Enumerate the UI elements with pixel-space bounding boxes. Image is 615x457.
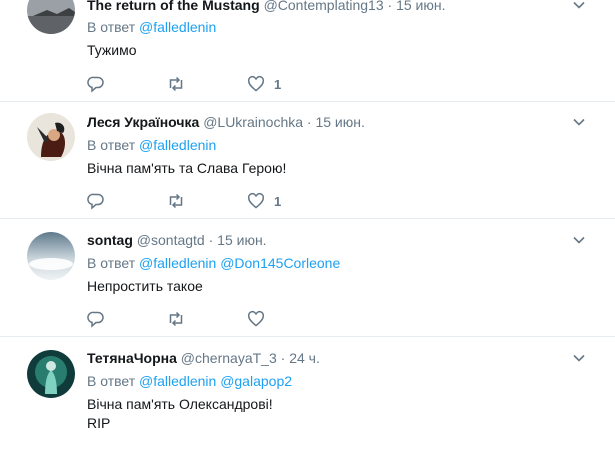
timestamp[interactable]: 15 июн. <box>315 114 364 130</box>
tweet-text: Вічна пам'ять Олександрові! <box>87 396 273 412</box>
avatar[interactable] <box>27 0 75 34</box>
tweet-text: Тужимо <box>87 42 137 58</box>
reply-prefix: В ответ <box>87 255 136 271</box>
retweet-button[interactable] <box>167 309 185 329</box>
timestamp[interactable]: 15 июн. <box>217 232 266 248</box>
separator: · <box>208 232 214 248</box>
author-handle[interactable]: @LUkrainochka <box>203 114 303 130</box>
separator: · <box>387 0 393 13</box>
chevron-down-icon[interactable] <box>572 233 586 247</box>
reply-context: В ответ @falledlenin <box>87 136 216 154</box>
author-name[interactable]: ТетянаЧорна <box>87 350 177 366</box>
tweet-actions <box>87 309 347 329</box>
timestamp[interactable]: 24 ч. <box>289 350 320 366</box>
timestamp[interactable]: 15 июн. <box>396 0 445 13</box>
reply-icon <box>87 76 104 93</box>
tweet-actions: 1 <box>87 191 347 211</box>
retweet-icon <box>169 311 183 327</box>
retweet-button[interactable] <box>167 74 185 94</box>
reply-button[interactable] <box>87 74 105 94</box>
reply-prefix: В ответ <box>87 137 136 153</box>
reply-mention[interactable]: @falledlenin <box>139 373 216 389</box>
author-name[interactable]: The return of the Mustang <box>87 0 260 13</box>
tweet[interactable]: The return of the Mustang @Contemplating… <box>0 0 615 102</box>
tweet-text: Непростить такое <box>87 278 203 294</box>
author-handle[interactable]: @sontagtd <box>137 232 205 248</box>
author-name[interactable]: sontag <box>87 232 133 248</box>
like-count: 1 <box>274 193 282 209</box>
reply-context: В ответ @falledlenin @galapop2 <box>87 372 292 390</box>
reply-mention[interactable]: @falledlenin <box>139 255 216 271</box>
avatar[interactable] <box>27 232 75 280</box>
tweet[interactable]: sontag @sontagtd · 15 июн. В ответ @fall… <box>0 219 615 337</box>
avatar[interactable] <box>27 350 75 398</box>
reply-button[interactable] <box>87 309 105 329</box>
author-handle[interactable]: @chernayaT_3 <box>181 350 277 366</box>
reply-prefix: В ответ <box>87 19 136 35</box>
heart-icon <box>247 192 265 209</box>
reply-button[interactable] <box>87 191 105 211</box>
like-count: 1 <box>274 76 282 92</box>
heart-icon <box>247 310 265 327</box>
like-button[interactable]: 1 <box>247 191 281 211</box>
retweet-button[interactable] <box>167 191 185 211</box>
author-name[interactable]: Леся Україночка <box>87 114 199 130</box>
tweet-text: RIP <box>87 415 111 431</box>
reply-context: В ответ @falledlenin @Don145Corleone <box>87 254 340 272</box>
retweet-icon <box>169 193 183 209</box>
reply-mention[interactable]: @falledlenin <box>139 19 216 35</box>
avatar[interactable] <box>27 113 75 161</box>
author-handle[interactable]: @Contemplating13 <box>264 0 384 13</box>
like-button[interactable]: 1 <box>247 74 281 94</box>
tweet[interactable]: Леся Україночка @LUkrainochka · 15 июн. … <box>0 101 615 219</box>
tweet-actions: 1 <box>87 74 347 94</box>
chevron-down-icon[interactable] <box>572 0 586 12</box>
tweet[interactable]: ТетянаЧорна @chernayaT_3 · 24 ч. В ответ… <box>0 337 615 457</box>
reply-prefix: В ответ <box>87 373 136 389</box>
reply-context: В ответ @falledlenin <box>87 18 216 36</box>
reply-mention[interactable]: @Don145Corleone <box>220 255 340 271</box>
reply-icon <box>87 193 104 210</box>
reply-mention[interactable]: @galapop2 <box>220 373 292 389</box>
separator: · <box>306 114 312 130</box>
like-button[interactable] <box>247 309 274 329</box>
chevron-down-icon[interactable] <box>572 351 586 365</box>
heart-icon <box>247 75 265 92</box>
reply-icon <box>87 311 104 328</box>
reply-mention[interactable]: @falledlenin <box>139 137 216 153</box>
retweet-icon <box>169 76 183 92</box>
separator: · <box>280 350 286 366</box>
chevron-down-icon[interactable] <box>572 115 586 129</box>
tweet-text: Вічна пам'ять та Слава Герою! <box>87 160 287 176</box>
